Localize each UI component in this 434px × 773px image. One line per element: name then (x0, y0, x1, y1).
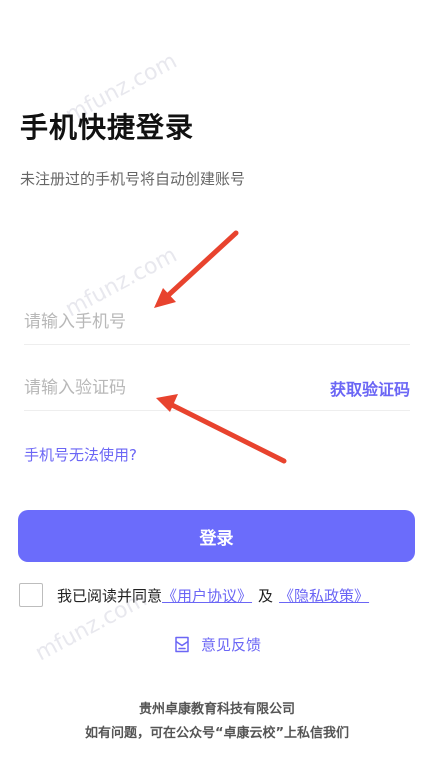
feedback-label: 意见反馈 (200, 636, 261, 654)
login-page: mfunz.com mfunz.com mfunz.com 手机快捷登录 未注册… (0, 0, 434, 773)
agreement-conjunction: 及 (258, 586, 274, 605)
login-button[interactable]: 登录 (18, 510, 415, 562)
footer-contact: 如有问题，可在公众号“卓康云校”上私信我们 (84, 726, 350, 741)
privacy-policy-link[interactable]: 《隐私政策》 (279, 585, 369, 606)
feedback-icon (175, 636, 189, 653)
phone-input[interactable] (24, 300, 304, 344)
verification-code-input[interactable] (24, 366, 304, 410)
page-subtitle: 未注册过的手机号将自动创建账号 (20, 170, 246, 188)
code-field: 获取验证码 (24, 366, 410, 411)
agreement-row: 我已阅读并同意 《用户协议》 及 《隐私政策》 (19, 582, 369, 608)
agreement-prefix: 我已阅读并同意 (57, 586, 163, 605)
agreement-checkbox[interactable] (19, 583, 43, 607)
footer-company: 贵州卓康教育科技有限公司 (138, 702, 295, 717)
footer: 贵州卓康教育科技有限公司 如有问题，可在公众号“卓康云校”上私信我们 (0, 698, 434, 746)
get-code-button[interactable]: 获取验证码 (330, 376, 410, 400)
arrow-to-phone-input (154, 230, 239, 308)
phone-field (24, 300, 410, 345)
user-agreement-link[interactable]: 《用户协议》 (162, 585, 252, 606)
page-title: 手机快捷登录 (20, 111, 195, 144)
phone-unavailable-link[interactable]: 手机号无法使用? (24, 444, 137, 465)
feedback-button[interactable]: 意见反馈 (0, 634, 434, 655)
